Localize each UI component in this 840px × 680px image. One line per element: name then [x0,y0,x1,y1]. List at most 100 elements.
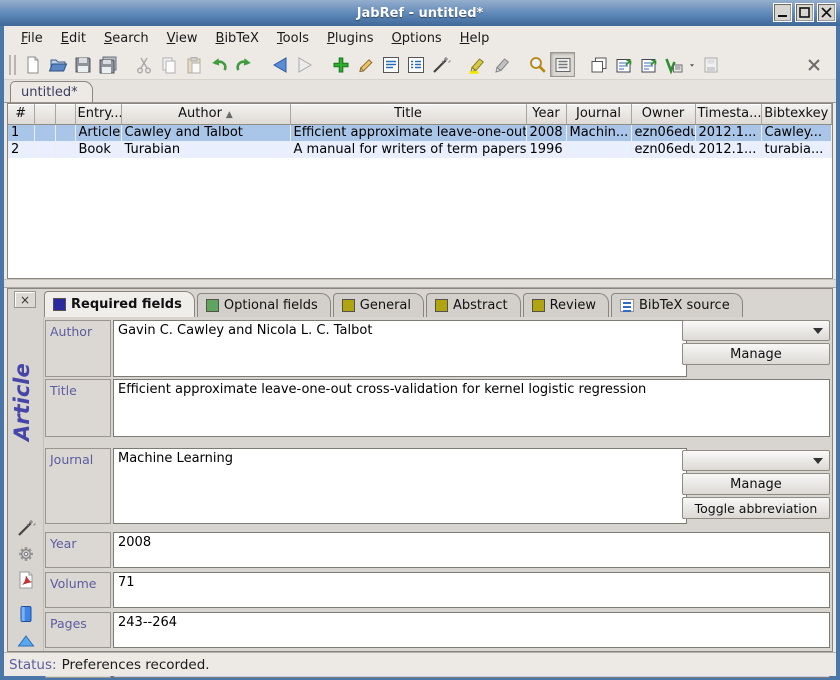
table-cell[interactable]: Book [75,141,121,158]
table-row[interactable]: 1 ArticleCawley and TalbotEfficient appro… [8,124,832,141]
tab-untitled[interactable]: untitled* [10,81,93,102]
column-header-author[interactable]: Author▲ [121,104,290,124]
push-dropdown-arrow-icon[interactable] [686,52,698,77]
new-window-icon[interactable] [586,52,611,77]
toolbar-close-icon[interactable] [801,52,826,77]
splitter-handle[interactable] [4,279,836,288]
save-database-icon[interactable] [70,52,95,77]
push-to-application-icon[interactable] [611,52,636,77]
menu-edit[interactable]: Edit [52,28,95,49]
undo-icon[interactable] [206,52,231,77]
table-cell[interactable]: 2012.1... [695,141,761,158]
editor-tab-bibtex-source[interactable]: BibTeX source [611,293,743,317]
title-field[interactable]: Efficient approximate leave-one-out cros… [113,379,830,437]
table-cell[interactable]: 2012.1... [695,124,761,141]
push-to-editor-icon[interactable] [636,52,661,77]
edit-entry-icon[interactable] [353,52,378,77]
menu-search[interactable]: Search [95,28,158,49]
column-header-journal[interactable]: Journal [566,104,631,124]
back-icon[interactable] [267,52,292,77]
title-bar[interactable]: JabRef - untitled* [0,0,840,26]
table-cell[interactable] [34,141,55,158]
menu-bibtex[interactable]: BibTeX [207,28,268,49]
toggle-abbreviation-button[interactable]: Toggle abbreviation [682,497,830,519]
table-cell[interactable]: Machin... [566,124,631,141]
autoset-gear-icon[interactable] [15,543,37,565]
table-cell[interactable] [566,141,631,158]
push-to-latex-icon[interactable] [661,52,686,77]
table-cell[interactable]: Efficient approximate leave-one-out... [290,124,526,141]
toggle-search-panel-icon[interactable] [550,52,575,77]
toolbar-handle[interactable] [9,55,16,75]
menu-view[interactable]: View [158,28,207,49]
editor-tab-optional-fields[interactable]: Optional fields [197,293,331,317]
table-cell[interactable]: 1 [8,124,34,141]
table-cell[interactable]: 2008 [526,124,566,141]
table-cell[interactable]: 1996 [526,141,566,158]
maximize-button[interactable] [795,3,814,22]
new-entry-icon[interactable] [328,52,353,77]
table-cell[interactable] [34,124,55,141]
table-cell[interactable]: turabia... [761,141,832,158]
generate-key-wand-icon[interactable] [15,517,37,539]
search-icon[interactable] [525,52,550,77]
column-header-title[interactable]: Title [290,104,526,124]
table-cell[interactable]: ezn06edu [631,124,695,141]
column-header-timesta[interactable]: Timesta... [695,104,761,124]
menu-plugins[interactable]: Plugins [318,28,383,49]
open-pdf-icon[interactable] [15,569,37,591]
editor-tab-abstract[interactable]: Abstract [426,293,521,317]
open-database-icon[interactable] [45,52,70,77]
editor-tab-review[interactable]: Review [523,293,609,317]
table-cell[interactable]: A manual for writers of term papers... [290,141,526,158]
redo-icon[interactable] [231,52,256,77]
editor-tab-general[interactable]: General [333,293,424,317]
column-header-icon[interactable] [55,104,75,124]
cleanup-entries-icon[interactable] [428,52,453,77]
menu-options[interactable]: Options [383,28,451,49]
menu-file[interactable]: File [12,28,52,49]
table-cell[interactable]: 2 [8,141,34,158]
journal-field[interactable]: Machine Learning [113,448,687,524]
column-header-owner[interactable]: Owner [631,104,695,124]
table-row[interactable]: 2 BookTurabianA manual for writers of ter… [8,141,832,158]
column-header-entry[interactable]: Entry... [75,104,121,124]
table-cell[interactable] [55,124,75,141]
table-cell[interactable]: Cawley and Talbot [121,124,290,141]
menu-tools[interactable]: Tools [268,28,318,49]
editor-close-button[interactable]: × [14,291,36,308]
table-cell[interactable]: ezn06edu [631,141,695,158]
toolbar-separator [317,50,328,79]
mark-entries-icon[interactable] [464,52,489,77]
optional-fields-icon [206,299,219,312]
column-header-icon[interactable] [34,104,55,124]
table-cell[interactable] [55,141,75,158]
author-field[interactable]: Gavin C. Cawley and Nicola L. C. Talbot [113,320,687,377]
journal-manage-button[interactable]: Manage [682,473,830,495]
minimize-button[interactable] [773,3,792,22]
author-manage-button[interactable]: Manage [682,343,830,365]
editor-tab-label: Optional fields [224,298,318,313]
column-header-#[interactable]: # [8,104,34,124]
toggle-preview-icon[interactable] [403,52,428,77]
column-header-bibtexkey[interactable]: Bibtexkey [761,104,832,124]
year-field[interactable]: 2008 [113,532,830,568]
volume-field[interactable]: 71 [113,572,830,608]
open-url-icon[interactable] [15,603,37,625]
forward-icon [292,52,317,77]
editor-tab-required-fields[interactable]: Required fields [44,291,195,317]
table-cell[interactable]: Cawley... [761,124,832,141]
table-cell[interactable]: Turabian [121,141,290,158]
column-header-year[interactable]: Year [526,104,566,124]
previous-entry-icon[interactable] [15,631,37,653]
menu-help[interactable]: Help [451,28,499,49]
pages-field[interactable]: 243--264 [113,612,830,648]
table-cell[interactable]: Article [75,124,121,141]
journal-word-combobox[interactable] [682,450,830,471]
save-all-icon[interactable] [95,52,120,77]
new-database-icon[interactable] [20,52,45,77]
close-button[interactable] [817,3,836,22]
editor-tab-label: General [360,298,411,313]
author-word-combobox[interactable] [682,320,830,341]
toggle-groups-icon[interactable] [378,52,403,77]
